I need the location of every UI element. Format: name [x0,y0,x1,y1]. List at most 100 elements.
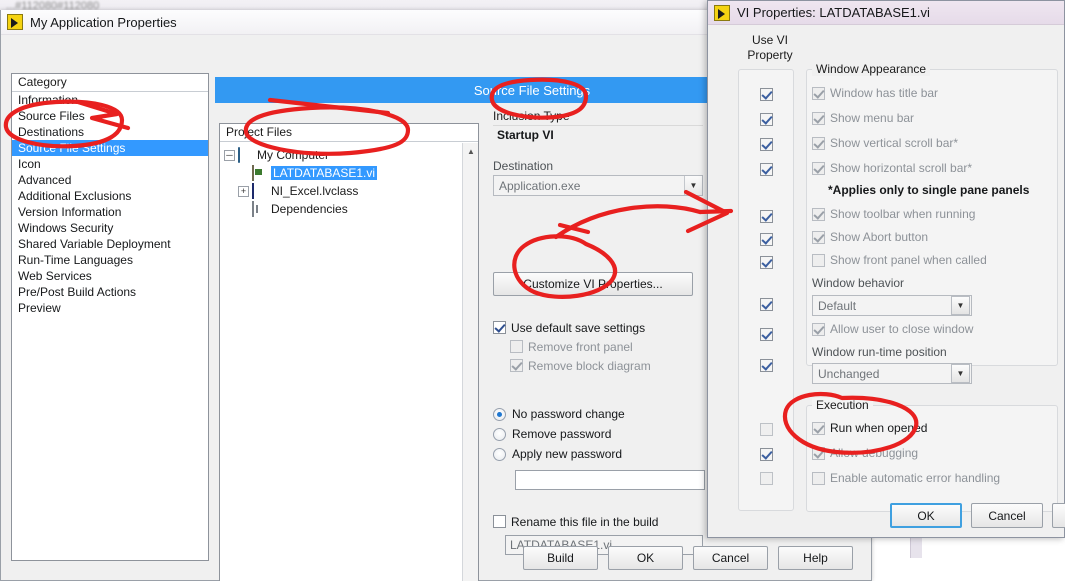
sidebar-item-pre-post-build-actions[interactable]: Pre/Post Build Actions [12,284,208,300]
window-appearance-title: Window Appearance [812,62,931,76]
show-abort-button-row: Show Abort button [812,230,928,244]
sidebar-item-web-services[interactable]: Web Services [12,268,208,284]
sidebar-item-information[interactable]: Information [12,92,208,108]
apply-new-password-label: Apply new password [512,447,623,461]
cancel-button[interactable]: Cancel [693,546,768,570]
destination-select[interactable]: Application.exe ▼ [493,175,703,196]
sidebar-item-additional-exclusions[interactable]: Additional Exclusions [12,188,208,204]
window-behavior-select[interactable]: Default ▼ [812,295,972,316]
sidebar-item-run-time-languages[interactable]: Run-Time Languages [12,252,208,268]
window-runtime-position-value: Unchanged [818,366,880,381]
sidebar-item-windows-security[interactable]: Windows Security [12,220,208,236]
customize-vi-properties-button[interactable]: Customize VI Properties... [493,272,693,296]
use-vi-property-checkbox-5[interactable] [760,210,773,223]
vi-help-button-clipped[interactable] [1052,503,1065,528]
sidebar-item-source-file-settings[interactable]: Source File Settings [12,140,208,156]
expander-icon[interactable]: + [238,185,249,197]
lvclass-icon [252,182,268,199]
help-button[interactable]: Help [778,546,853,570]
window-behavior-value: Default [818,298,857,313]
show-front-panel-when-called-checkbox [812,253,825,267]
tree-label: LATDATABASE1.vi [271,166,378,180]
use-vi-property-checkbox-13[interactable] [760,472,773,485]
tree-row-ni-excel-lvclass[interactable]: + NI_Excel.lvclass [224,182,478,200]
show-toolbar-when-running-checkbox [812,207,825,221]
single-pane-footnote: *Applies only to single pane panels [828,183,1030,197]
project-files-panel: Project Files ─ My Computer LATDATABASE1… [219,123,479,581]
allow-debugging-label: Allow debugging [830,446,919,460]
chevron-down-icon[interactable]: ▼ [684,176,702,195]
labview-icon [714,4,730,21]
vi-ok-button[interactable]: OK [890,503,962,528]
window-has-title-bar-checkbox [812,86,825,100]
use-vi-property-checkbox-9[interactable] [760,328,773,341]
show-vertical-scroll-bar-checkbox [812,136,825,150]
use-default-save-settings-row[interactable]: Use default save settings [493,318,703,337]
sidebar-item-destinations[interactable]: Destinations [12,124,208,140]
use-vi-property-header: Use VI Property [734,33,806,63]
project-files-header: Project Files [220,124,478,142]
rename-file-checkbox[interactable] [493,515,506,528]
password-input[interactable] [515,470,705,490]
allow-user-to-close-window-row: Allow user to close window [812,322,973,336]
destination-value: Application.exe [499,178,581,193]
enable-automatic-error-handling-checkbox [812,471,825,485]
category-header: Category [12,74,208,92]
show-menu-bar-label: Show menu bar [830,111,915,125]
category-list[interactable]: Information Source Files Destinations So… [12,92,208,316]
expander-icon[interactable]: ─ [224,149,235,161]
use-vi-property-checkbox-1[interactable] [760,88,773,101]
project-files-scrollbar[interactable]: ▲ ▼ [462,143,478,581]
sidebar-item-shared-variable-deployment[interactable]: Shared Variable Deployment [12,236,208,252]
use-vi-property-checkbox-7[interactable] [760,256,773,269]
use-vi-property-checkbox-4[interactable] [760,163,773,176]
sidebar-item-preview[interactable]: Preview [12,300,208,316]
use-vi-property-checkbox-10[interactable] [760,359,773,372]
use-vi-property-checkbox-8[interactable] [760,298,773,311]
tree-row-my-computer[interactable]: ─ My Computer [224,146,478,164]
project-files-tree[interactable]: ─ My Computer LATDATABASE1.vi + NI_Excel… [220,142,478,218]
window-has-title-bar-row: Window has title bar [812,86,938,100]
chevron-down-icon[interactable]: ▼ [951,364,970,383]
apply-new-password-radio[interactable] [493,447,506,461]
sidebar-item-icon[interactable]: Icon [12,156,208,172]
use-vi-property-checkbox-11[interactable] [760,423,773,436]
apply-new-password-row[interactable]: Apply new password [493,444,703,464]
rename-file-row[interactable]: Rename this file in the build [493,512,703,531]
no-password-change-row[interactable]: No password change [493,404,703,424]
remove-password-radio[interactable] [493,427,506,441]
use-vi-property-checkbox-6[interactable] [760,233,773,246]
main-window-button-bar: Build OK Cancel Help [523,546,853,570]
use-vi-property-checkbox-2[interactable] [760,113,773,126]
show-horizontal-scroll-bar-label: Show horizontal scroll bar* [830,161,973,175]
execution-title: Execution [812,398,873,412]
remove-block-diagram-checkbox [510,359,523,372]
show-vertical-scroll-bar-label: Show vertical scroll bar* [830,136,959,150]
sidebar-item-advanced[interactable]: Advanced [12,172,208,188]
remove-password-label: Remove password [512,427,612,441]
vi-cancel-button[interactable]: Cancel [971,503,1043,528]
destination-label: Destination [493,159,554,173]
use-vi-property-header-line1: Use VI [751,33,788,47]
window-behavior-label: Window behavior [812,276,905,290]
vi-properties-window: VI Properties: LATDATABASE1.vi Use VI Pr… [707,0,1065,538]
enable-automatic-error-handling-row: Enable automatic error handling [812,471,1000,485]
tree-row-latdatabase1[interactable]: LATDATABASE1.vi [224,164,478,182]
use-default-save-settings-checkbox[interactable] [493,321,506,334]
sidebar-item-source-files[interactable]: Source Files [12,108,208,124]
window-runtime-position-label: Window run-time position [812,345,947,359]
remove-password-row[interactable]: Remove password [493,424,703,444]
sidebar-item-version-information[interactable]: Version Information [12,204,208,220]
tree-row-dependencies[interactable]: Dependencies [224,200,478,218]
vi-window-titlebar[interactable]: VI Properties: LATDATABASE1.vi [708,1,1064,25]
use-vi-property-checkbox-3[interactable] [760,138,773,151]
window-runtime-position-select[interactable]: Unchanged ▼ [812,363,972,384]
build-button[interactable]: Build [523,546,598,570]
use-vi-property-checkbox-12[interactable] [760,448,773,461]
scroll-up-icon[interactable]: ▲ [463,143,479,159]
chevron-down-icon[interactable]: ▼ [951,296,970,315]
show-vertical-scroll-bar-row: Show vertical scroll bar* [812,136,958,150]
no-password-change-radio[interactable] [493,407,506,421]
labview-icon [7,14,23,30]
ok-button[interactable]: OK [608,546,683,570]
